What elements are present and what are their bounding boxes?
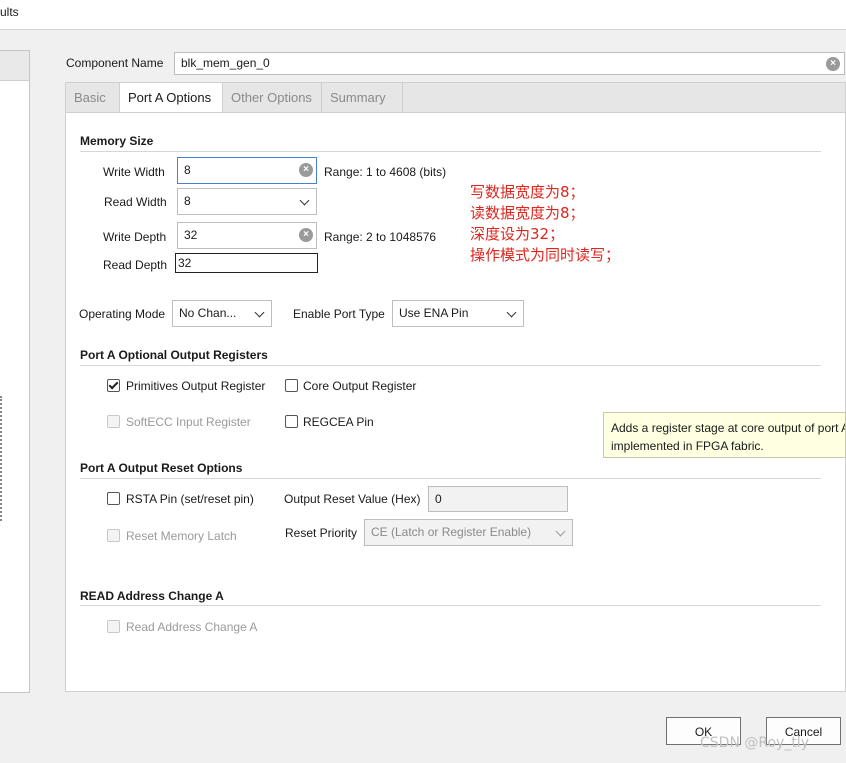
output-reset-value-label: Output Reset Value (Hex) xyxy=(284,492,421,506)
read-width-select[interactable]: 8 xyxy=(177,188,317,215)
left-panel[interactable] xyxy=(0,50,30,693)
window-title-bar: ults xyxy=(0,0,846,30)
tab-summary[interactable]: Summary xyxy=(322,83,403,113)
clear-icon[interactable]: × xyxy=(826,57,840,71)
read-width-label: Read Width xyxy=(104,195,167,209)
window-title: ults xyxy=(0,5,19,19)
left-panel-header xyxy=(0,51,29,81)
enable-port-type-select[interactable]: Use ENA Pin xyxy=(392,300,524,327)
softecc-input-register-checkbox xyxy=(107,415,120,428)
chevron-down-icon xyxy=(254,307,265,318)
read-address-change-heading: READ Address Change A xyxy=(80,589,224,603)
output-reset-value-input: 0 xyxy=(428,486,568,512)
chevron-down-icon xyxy=(506,307,517,318)
reset-priority-select: CE (Latch or Register Enable) xyxy=(364,519,573,546)
rsta-pin-checkbox[interactable] xyxy=(107,492,120,505)
left-panel-tree-lines xyxy=(0,396,3,521)
checkmark-icon xyxy=(108,379,119,390)
annotation-line: 写数据宽度为8； xyxy=(470,183,585,201)
chevron-down-icon xyxy=(299,195,310,206)
watermark: CSDN @Roy_tly xyxy=(700,735,809,751)
softecc-input-register-label: SoftECC Input Register xyxy=(126,415,251,429)
memory-size-heading: Memory Size xyxy=(80,134,154,148)
tab-bar: Basic Port A Options Other Options Summa… xyxy=(65,82,846,113)
tooltip: Adds a register stage at core output of … xyxy=(603,412,846,458)
tab-basic[interactable]: Basic xyxy=(66,83,120,113)
read-address-change-divider xyxy=(80,605,821,606)
regcea-pin-label: REGCEA Pin xyxy=(303,415,374,429)
write-depth-label: Write Depth xyxy=(103,230,167,244)
write-depth-input[interactable]: 32 × xyxy=(177,222,317,249)
tab-other-options[interactable]: Other Options xyxy=(223,83,322,113)
write-width-range: Range: 1 to 4608 (bits) xyxy=(324,165,447,179)
primitives-output-register-label: Primitives Output Register xyxy=(126,379,266,393)
rsta-pin-label: RSTA Pin (set/reset pin) xyxy=(126,492,254,506)
tooltip-line: Adds a register stage at core output of … xyxy=(611,421,846,435)
reset-priority-value: CE (Latch or Register Enable) xyxy=(371,525,532,539)
tooltip-line: implemented in FPGA fabric. xyxy=(611,439,764,453)
read-address-change-label: Read Address Change A xyxy=(126,620,258,634)
operating-mode-value: No Chan... xyxy=(179,306,237,320)
clear-icon[interactable]: × xyxy=(299,228,313,242)
annotation-line: 操作模式为同时读写； xyxy=(470,246,621,264)
component-name-input[interactable]: blk_mem_gen_0 × xyxy=(174,52,845,75)
primitives-output-register-checkbox[interactable] xyxy=(107,379,120,392)
core-output-register-label: Core Output Register xyxy=(303,379,417,393)
annotation-note: 写数据宽度为8； 读数据宽度为8； 深度设为32； 操作模式为同时读写； xyxy=(470,182,620,266)
reset-memory-latch-label: Reset Memory Latch xyxy=(126,529,237,543)
read-width-value: 8 xyxy=(184,194,191,208)
optional-output-registers-heading: Port A Optional Output Registers xyxy=(80,348,268,362)
read-depth-field: 32 xyxy=(175,253,318,273)
write-width-input[interactable]: 8 × xyxy=(177,157,317,184)
annotation-line: 读数据宽度为8； xyxy=(470,204,585,222)
tab-port-a-options[interactable]: Port A Options xyxy=(120,83,223,113)
component-name-value: blk_mem_gen_0 xyxy=(181,56,270,70)
chevron-down-icon xyxy=(555,526,566,537)
output-reset-divider xyxy=(80,478,821,479)
read-depth-value: 32 xyxy=(178,256,192,270)
write-depth-range: Range: 2 to 1048576 xyxy=(324,230,437,244)
write-depth-value: 32 xyxy=(184,228,198,242)
read-depth-label: Read Depth xyxy=(103,258,168,272)
write-width-value: 8 xyxy=(184,163,191,177)
optional-output-registers-divider xyxy=(80,365,821,366)
regcea-pin-checkbox[interactable] xyxy=(285,415,298,428)
write-width-label: Write Width xyxy=(103,165,165,179)
reset-memory-latch-checkbox xyxy=(107,529,120,542)
component-name-label: Component Name xyxy=(66,56,164,70)
core-output-register-checkbox[interactable] xyxy=(285,379,298,392)
read-address-change-checkbox xyxy=(107,620,120,633)
clear-icon[interactable]: × xyxy=(299,163,313,177)
output-reset-value: 0 xyxy=(435,492,442,506)
memory-size-divider xyxy=(80,151,821,152)
operating-mode-select[interactable]: No Chan... xyxy=(172,300,272,327)
annotation-line: 深度设为32； xyxy=(470,225,565,243)
enable-port-type-value: Use ENA Pin xyxy=(399,306,469,320)
output-reset-heading: Port A Output Reset Options xyxy=(80,461,243,475)
enable-port-type-label: Enable Port Type xyxy=(293,307,385,321)
reset-priority-label: Reset Priority xyxy=(285,526,358,540)
operating-mode-label: Operating Mode xyxy=(79,307,166,321)
